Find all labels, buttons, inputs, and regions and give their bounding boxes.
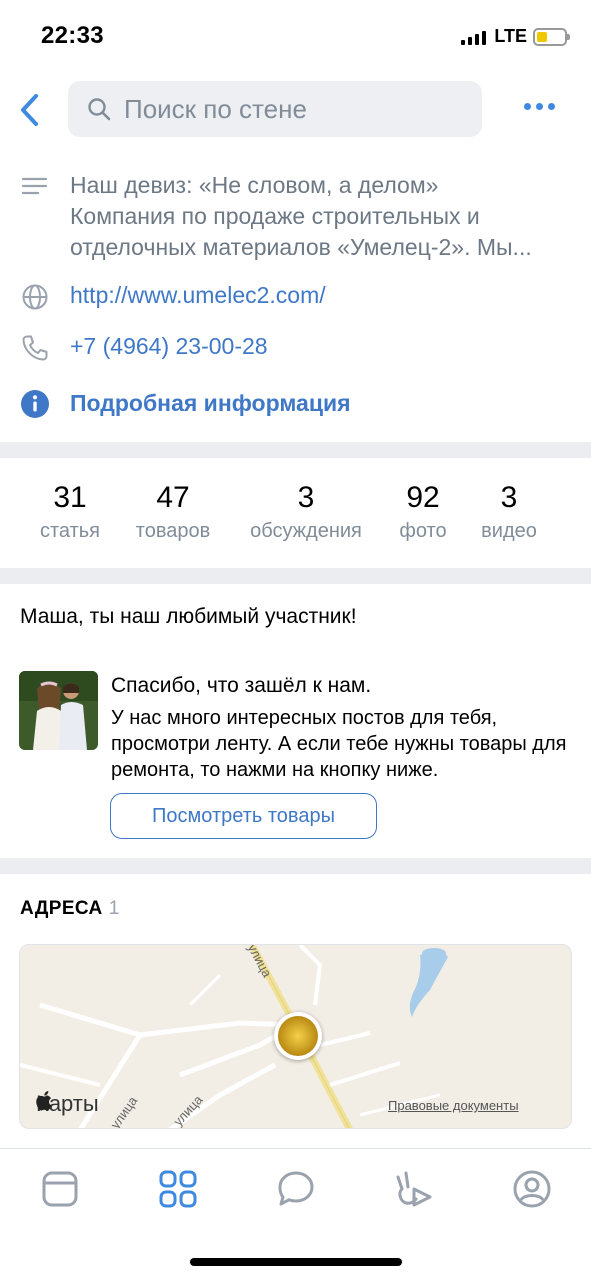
counter-photos[interactable]: 92 фото bbox=[388, 480, 458, 543]
divider bbox=[0, 858, 591, 874]
search-icon bbox=[88, 98, 111, 121]
tab-newsfeed[interactable] bbox=[38, 1167, 82, 1211]
tab-messages[interactable] bbox=[274, 1167, 318, 1211]
counter-value: 31 bbox=[53, 481, 87, 514]
tab-clips[interactable] bbox=[392, 1167, 436, 1211]
globe-icon bbox=[22, 284, 48, 310]
status-time: 22:33 bbox=[41, 22, 104, 49]
phone-link[interactable]: +7 (4964) 23-00-28 bbox=[70, 331, 268, 362]
clips-icon bbox=[396, 1171, 432, 1207]
counter-value: 92 bbox=[406, 481, 440, 514]
signal-icon bbox=[461, 29, 487, 45]
info-icon bbox=[21, 390, 49, 418]
addresses-title: АДРЕСА bbox=[20, 898, 103, 919]
counters-row: 31 статья 47 товаров 3 обсуждения 92 фот… bbox=[0, 458, 591, 568]
search-box[interactable] bbox=[68, 81, 482, 137]
greeting-headline: Спасибо, что зашёл к нам. bbox=[111, 674, 372, 697]
map-pin[interactable] bbox=[274, 1012, 322, 1060]
battery-icon bbox=[533, 27, 570, 46]
legal-docs-link[interactable]: Правовые документы bbox=[388, 1098, 519, 1113]
view-goods-button[interactable]: Посмотреть товары bbox=[110, 793, 377, 839]
network-type: LTE bbox=[494, 26, 527, 46]
counter-articles[interactable]: 31 статья bbox=[30, 480, 110, 543]
description-line: Наш девиз: «Не словом, а делом» bbox=[70, 172, 439, 198]
newsfeed-icon bbox=[42, 1171, 78, 1207]
community-description[interactable]: Наш девиз: «Не словом, а делом» Компания… bbox=[70, 170, 532, 263]
company-logo bbox=[278, 1016, 318, 1056]
counter-discussions[interactable]: 3 обсуждения bbox=[240, 480, 372, 543]
divider bbox=[0, 442, 591, 458]
divider bbox=[0, 568, 591, 584]
tab-profile[interactable] bbox=[510, 1167, 554, 1211]
more-options-button[interactable] bbox=[524, 103, 555, 110]
back-button[interactable] bbox=[14, 90, 46, 130]
tab-services[interactable] bbox=[156, 1167, 200, 1211]
maps-brand: Карты bbox=[36, 1091, 99, 1117]
header bbox=[0, 78, 591, 140]
greeting-title: Маша, ты наш любимый участник! bbox=[20, 605, 357, 628]
description-line: отделочных материалов «Умелец-2». Мы... bbox=[70, 234, 532, 260]
addresses-count: 1 bbox=[108, 898, 120, 919]
counter-label: статья bbox=[39, 520, 101, 542]
services-icon bbox=[159, 1170, 197, 1208]
messages-icon bbox=[278, 1171, 314, 1206]
description-icon bbox=[21, 177, 48, 195]
apple-icon bbox=[36, 1091, 52, 1111]
website-link[interactable]: http://www.umelec2.com/ bbox=[70, 280, 326, 311]
greeting-photo bbox=[19, 671, 98, 750]
counter-label: видео bbox=[481, 520, 537, 542]
profile-icon bbox=[513, 1170, 551, 1208]
counter-label: фото bbox=[399, 520, 447, 542]
counter-value: 47 bbox=[156, 481, 190, 514]
description-line: Компания по продаже строительных и bbox=[70, 203, 480, 229]
counter-value: 3 bbox=[297, 481, 315, 514]
search-input[interactable] bbox=[124, 93, 464, 125]
more-info-link[interactable]: Подробная информация bbox=[70, 388, 351, 419]
counter-value: 3 bbox=[500, 481, 518, 514]
status-bar: 22:33 LTE bbox=[0, 0, 591, 70]
counter-label: обсуждения bbox=[250, 520, 362, 542]
chevron-left-icon bbox=[21, 94, 38, 126]
counter-videos[interactable]: 3 видео bbox=[472, 480, 546, 543]
greeting-body: У нас много интересных постов для тебя, … bbox=[111, 707, 567, 781]
addresses-header[interactable]: АДРЕСА 1 bbox=[20, 898, 120, 920]
phone-icon bbox=[22, 335, 48, 361]
status-indicators: LTE bbox=[461, 26, 570, 47]
address-map[interactable]: улица улица улица Карты Правовые докумен… bbox=[19, 944, 572, 1129]
home-indicator[interactable] bbox=[190, 1258, 402, 1266]
counter-goods[interactable]: 47 товаров bbox=[123, 480, 223, 543]
counter-label: товаров bbox=[135, 520, 211, 542]
